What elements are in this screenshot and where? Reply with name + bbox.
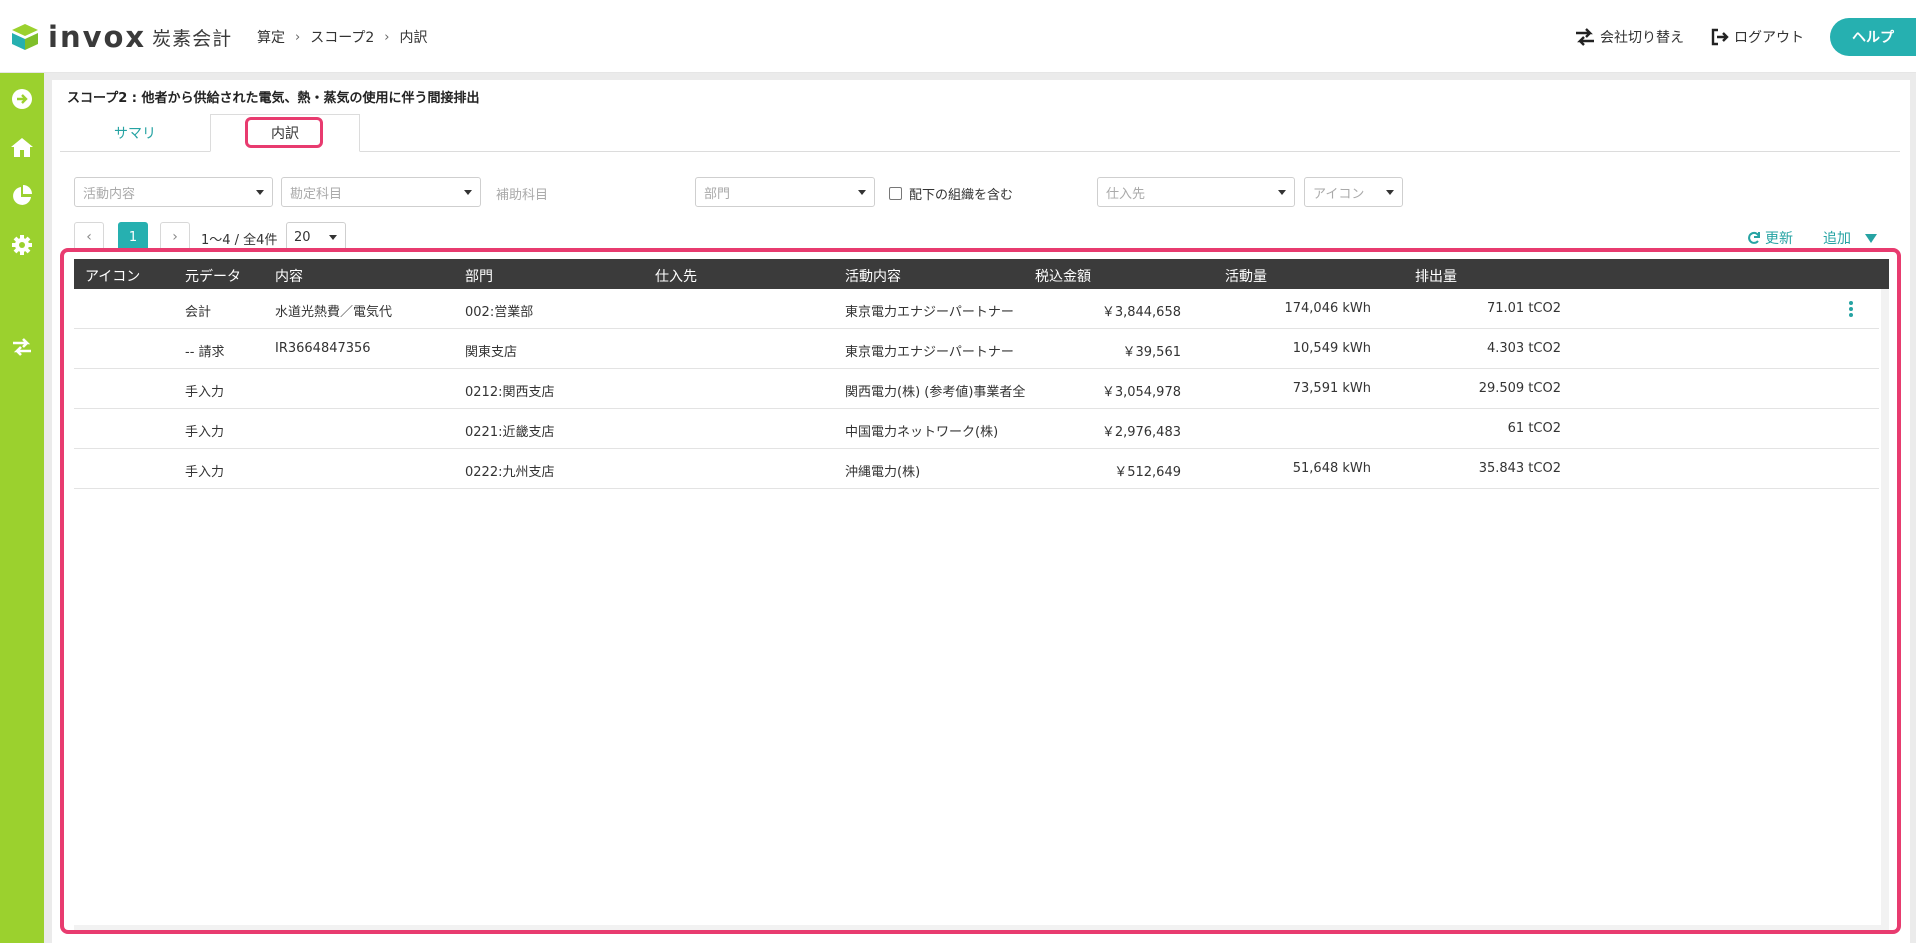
supplier-select[interactable]: 仕入先 [1097,177,1295,207]
supplier-select-placeholder: 仕入先 [1106,186,1146,202]
logout-icon [1711,28,1729,46]
icon-select-placeholder: アイコン [1313,186,1365,202]
icon-select[interactable]: アイコン [1304,177,1403,207]
help-button[interactable]: ヘルプ [1830,18,1916,56]
app-logo[interactable]: invox 炭素会計 [10,20,232,54]
table-highlight-box [60,248,1901,934]
caret-down-icon [1386,190,1394,195]
breadcrumb-item-calc[interactable]: 算定 [257,27,285,47]
page-title: スコープ2 : 他者から供給された電気、熱・蒸気の使用に伴う間接排出 [67,91,480,106]
caret-down-icon [329,235,337,240]
refresh-button[interactable]: 更新 [1747,228,1793,248]
tab-highlight-box [245,117,323,148]
caret-down-icon [858,190,866,195]
add-button[interactable]: 追加 [1823,228,1877,248]
account-select[interactable]: 勘定科目 [281,177,481,207]
add-label: 追加 [1823,231,1851,247]
activity-select-placeholder: 活動内容 [83,186,136,202]
department-select[interactable]: 部門 [695,177,875,207]
caret-down-icon [256,190,264,195]
logo-text: invox [48,20,147,54]
refresh-icon [1748,231,1760,244]
switch-icon[interactable] [10,335,34,359]
account-select-placeholder: 勘定科目 [290,186,343,202]
logo-subtitle: 炭素会計 [152,27,233,50]
switch-arrows-icon [1576,28,1594,46]
breadcrumb-item-detail: 内訳 [399,30,428,46]
refresh-label: 更新 [1765,231,1793,247]
logout-button[interactable]: ログアウト [1710,27,1804,47]
tab-bar: サマリ 内訳 [60,114,1900,152]
company-switch-label: 会社切り替え [1600,30,1684,46]
caret-down-icon [1278,190,1286,195]
breadcrumb-item-scope2[interactable]: スコープ2 [310,27,374,47]
arrow-right-circle-icon[interactable] [10,87,34,111]
logo-cube-icon [12,24,38,50]
caret-down-icon [464,190,472,195]
department-select-placeholder: 部門 [704,186,731,202]
activity-select[interactable]: 活動内容 [74,177,273,207]
app-header: invox 炭素会計 算定 › スコープ2 › 内訳 会社切り替え ログアウト … [0,0,1916,73]
include-sub-org-checkbox[interactable] [889,187,902,200]
include-sub-org-option[interactable]: 配下の組織を含む [889,184,1013,203]
home-icon[interactable] [10,135,34,159]
chevron-left-icon: ‹ [86,229,92,245]
breadcrumb: 算定 › スコープ2 › 内訳 [257,27,427,47]
triangle-down-icon[interactable] [1865,233,1877,243]
sub-account-field[interactable]: 補助科目 [496,184,548,203]
chevron-right-icon: › [172,229,178,245]
tab-summary[interactable]: サマリ [60,114,210,152]
page-info: 1〜4 / 全4件 [201,233,278,248]
company-switch-button[interactable]: 会社切り替え [1574,27,1684,47]
chevron-right-icon: › [295,29,301,45]
chevron-right-icon: › [384,29,390,45]
filter-bar: 活動内容 勘定科目 補助科目 部門 配下の組織を含む 仕入先 アイコン [0,177,1916,207]
logout-label: ログアウト [1734,30,1804,46]
include-sub-org-label: 配下の組織を含む [909,188,1014,203]
page-size-value: 20 [294,229,311,245]
